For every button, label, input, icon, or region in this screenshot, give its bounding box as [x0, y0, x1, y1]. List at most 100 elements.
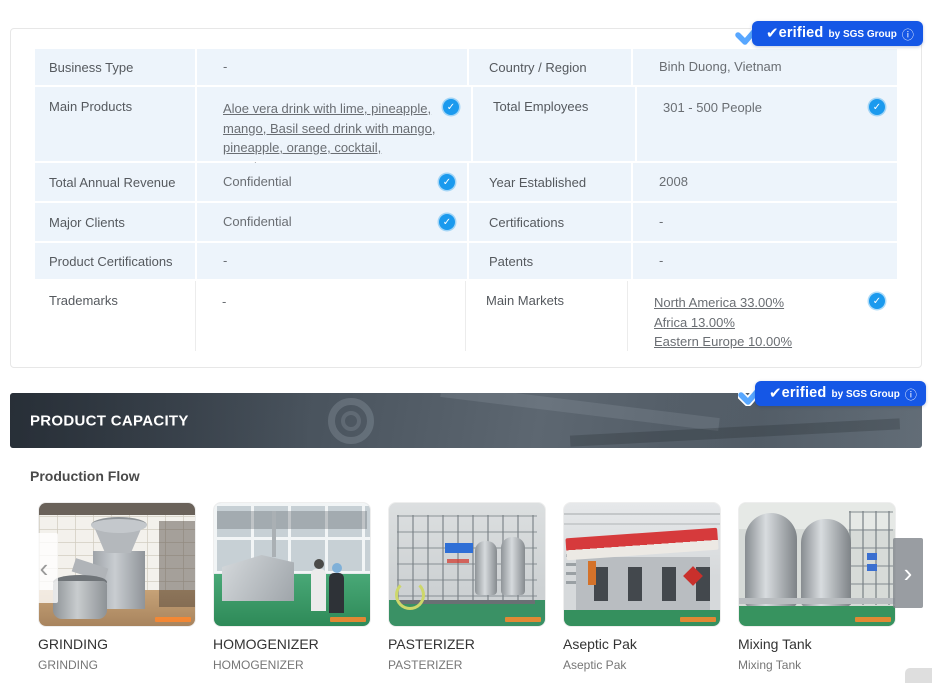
main-market-link-africa[interactable]: Africa 13.00% — [654, 313, 792, 333]
value-total-employees: 301 - 500 People — [663, 100, 763, 115]
verified-seal-icon[interactable]: ✓ — [439, 174, 455, 190]
row-value: - — [633, 243, 897, 279]
verified-seal-icon[interactable]: ✓ — [869, 293, 885, 309]
value-business-type: - — [223, 58, 228, 74]
row-value: Aloe vera drink with lime, pineapple, ma… — [197, 87, 471, 175]
carousel-next-button[interactable]: › — [893, 538, 923, 608]
verified-v-check-icon: ✔ — [769, 385, 782, 402]
photo-detail — [159, 521, 195, 607]
photo-detail — [314, 559, 324, 569]
verified-badge-pill: ✔ erified by SGS Group ⓘ — [752, 21, 923, 46]
row-label: Trademarks — [35, 281, 195, 351]
row-value: - — [197, 243, 467, 279]
row-value: 2008 — [633, 163, 897, 201]
label-business-type: Business Type — [49, 59, 134, 75]
photo-detail — [91, 517, 147, 533]
photo-detail — [565, 527, 719, 561]
row-label: Business Type — [35, 49, 195, 85]
value-country-region: Binh Duong, Vietnam — [659, 58, 782, 74]
photo-detail — [39, 503, 195, 515]
banner-decoration — [341, 411, 361, 431]
verified-by-label: by SGS Group — [831, 389, 900, 400]
table-row: Main Products Aloe vera drink with lime,… — [35, 87, 897, 175]
row-value: Binh Duong, Vietnam — [633, 49, 897, 85]
label-total-employees: Total Employees — [493, 99, 589, 114]
verified-seal-icon[interactable]: ✓ — [439, 214, 455, 230]
production-flow-heading: Production Flow — [30, 468, 140, 484]
production-photo-pasterizer[interactable] — [388, 502, 546, 627]
verified-seal-icon[interactable]: ✓ — [869, 99, 885, 115]
supplier-profile-page: ✔ erified by SGS Group ⓘ Business Type - … — [0, 0, 932, 683]
row-label: Year Established — [469, 163, 631, 201]
photo-detail — [332, 563, 342, 573]
photo-detail — [475, 541, 497, 595]
verified-v-check-icon: ✔ — [766, 25, 779, 42]
flow-step-subtitle: Mixing Tank — [738, 658, 802, 672]
value-year-established: 2008 — [659, 173, 688, 189]
verified-badge[interactable]: ✔ erified by SGS Group ⓘ — [738, 381, 928, 408]
verified-badge[interactable]: ✔ erified by SGS Group ⓘ — [735, 21, 925, 48]
label-total-annual-revenue: Total Annual Revenue — [49, 174, 176, 190]
production-photo-grinding[interactable] — [38, 502, 196, 627]
label-main-markets: Main Markets — [486, 293, 565, 308]
photo-detail — [445, 543, 473, 553]
table-row: Total Annual Revenue Confidential ✓ Year… — [35, 163, 897, 201]
row-label: Country / Region — [469, 49, 631, 85]
photo-detail — [329, 573, 344, 613]
photo-timestamp — [855, 617, 891, 622]
row-label: Main Products — [35, 87, 195, 161]
production-flow-card: HOMOGENIZER HOMOGENIZER — [213, 502, 371, 672]
carousel-prev-button[interactable]: ‹ — [30, 533, 58, 603]
photo-detail — [272, 511, 276, 557]
photo-detail — [217, 511, 367, 529]
production-photo-homogenizer[interactable] — [213, 502, 371, 627]
production-photo-aseptic-pak[interactable] — [563, 502, 721, 627]
photo-detail — [745, 513, 797, 607]
verified-label: erified — [778, 25, 824, 42]
table-row: Business Type - Country / Region Binh Du… — [35, 49, 897, 85]
photo-detail — [53, 581, 107, 619]
info-icon[interactable]: ⓘ — [905, 386, 917, 403]
label-product-certifications: Product Certifications — [49, 253, 173, 269]
flow-step-title: GRINDING — [38, 636, 108, 652]
value-patents: - — [659, 252, 664, 268]
flow-step-title: Mixing Tank — [738, 636, 812, 652]
label-patents: Patents — [489, 253, 534, 269]
photo-detail — [588, 561, 596, 585]
label-year-established: Year Established — [489, 174, 587, 190]
verified-label: erified — [781, 385, 827, 402]
main-market-link-eastern-europe[interactable]: Eastern Europe 10.00% — [654, 332, 792, 352]
row-label: Major Clients — [35, 203, 195, 241]
info-icon[interactable]: ⓘ — [902, 26, 914, 43]
floating-widget-partial[interactable] — [905, 668, 932, 683]
photo-detail — [395, 580, 425, 610]
verified-by-label: by SGS Group — [828, 29, 897, 40]
table-row: Trademarks - Main Markets North America … — [35, 281, 897, 351]
row-label: Total Employees — [473, 87, 635, 161]
photo-detail — [501, 537, 525, 595]
photo-timestamp — [505, 617, 541, 622]
photo-detail — [867, 553, 877, 560]
value-major-clients: Confidential — [223, 213, 292, 229]
value-trademarks: - — [222, 294, 227, 309]
verified-seal-icon[interactable]: ✓ — [443, 99, 459, 115]
row-label: Patents — [469, 243, 631, 279]
row-value: Confidential ✓ — [197, 163, 467, 201]
value-product-certifications: - — [223, 252, 228, 268]
photo-detail — [564, 513, 720, 515]
table-row: Major Clients Confidential ✓ Certificati… — [35, 203, 897, 241]
label-certifications: Certifications — [489, 214, 565, 230]
flow-step-subtitle: HOMOGENIZER — [213, 658, 304, 672]
photo-timestamp — [680, 617, 716, 622]
photo-detail — [447, 559, 469, 563]
production-flow-card: Mixing Tank Mixing Tank — [738, 502, 896, 672]
production-flow-card: GRINDING GRINDING — [38, 502, 196, 672]
row-value: - — [195, 281, 465, 351]
photo-timestamp — [155, 617, 191, 622]
production-photo-mixing-tank[interactable] — [738, 502, 896, 627]
flow-step-title: Aseptic Pak — [563, 636, 637, 652]
flow-step-title: PASTERIZER — [388, 636, 475, 652]
photo-detail — [801, 519, 851, 607]
row-value: North America 33.00% Africa 13.00% Easte… — [627, 281, 897, 351]
main-market-link-north-america[interactable]: North America 33.00% — [654, 293, 792, 313]
